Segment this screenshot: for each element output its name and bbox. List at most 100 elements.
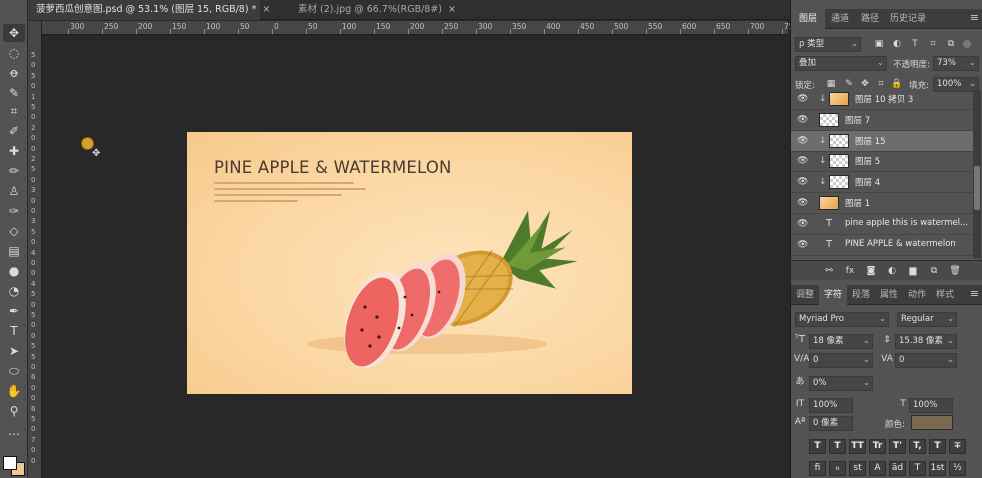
marquee-tool-icon[interactable]: ◌ bbox=[3, 44, 25, 62]
brush-tool-icon[interactable]: ✏ bbox=[3, 162, 25, 180]
eye-icon[interactable]: 👁 bbox=[797, 219, 809, 229]
opentype-button[interactable]: ½ bbox=[949, 461, 966, 476]
eye-icon[interactable]: 👁 bbox=[797, 240, 809, 250]
shape-filter-icon[interactable]: ⌗ bbox=[927, 38, 939, 50]
gradient-tool-icon[interactable]: ▤ bbox=[3, 242, 25, 260]
opacity-input[interactable]: 73% ⌄ bbox=[933, 56, 979, 71]
text-style-button[interactable]: Tr bbox=[869, 439, 886, 454]
document-canvas[interactable]: PINE APPLE & WATERMELON bbox=[187, 132, 632, 394]
vertical-scale-input[interactable]: 100% bbox=[809, 398, 853, 413]
path-select-tool-icon[interactable]: ➤ bbox=[3, 342, 25, 360]
history-brush-tool-icon[interactable]: ✑ bbox=[3, 202, 25, 220]
opentype-button[interactable]: fi bbox=[809, 461, 826, 476]
panel-menu-icon[interactable]: ≡ bbox=[970, 287, 979, 300]
layer-row[interactable]: 👁 ↓ 图层 10 拷贝 3 bbox=[791, 90, 973, 110]
close-icon[interactable]: × bbox=[448, 4, 456, 15]
lock-transparent-icon[interactable]: ▦ bbox=[825, 78, 837, 90]
text-style-button[interactable]: T bbox=[809, 439, 826, 454]
font-style-select[interactable]: Regular ⌄ bbox=[897, 312, 957, 327]
vertical-ruler[interactable]: 5050150200250300350400450500550600650700 bbox=[28, 21, 42, 478]
tab-paths[interactable]: 路径 bbox=[855, 9, 885, 29]
new-layer-icon[interactable]: ⧉ bbox=[928, 265, 940, 277]
text-style-button[interactable]: T, bbox=[909, 439, 926, 454]
hand-tool-icon[interactable]: ✋ bbox=[3, 382, 25, 400]
tab-paragraph[interactable]: 段落 bbox=[847, 285, 875, 305]
tab-character[interactable]: 字符 bbox=[819, 285, 847, 305]
eye-icon[interactable]: 👁 bbox=[797, 94, 809, 104]
crop-tool-icon[interactable]: ⌗ bbox=[3, 102, 25, 120]
lock-position-icon[interactable]: ✥ bbox=[859, 78, 871, 90]
clone-stamp-tool-icon[interactable]: ♙ bbox=[3, 182, 25, 200]
blur-tool-icon[interactable]: ● bbox=[3, 262, 25, 280]
opentype-button[interactable]: T bbox=[909, 461, 926, 476]
text-color-swatch[interactable] bbox=[911, 415, 953, 430]
layer-row[interactable]: 👁 图层 1 bbox=[791, 193, 973, 214]
eye-icon[interactable]: 👁 bbox=[797, 198, 809, 208]
layer-row[interactable]: 👁 ↓ 图层 15 bbox=[791, 130, 973, 152]
eye-icon[interactable]: 👁 bbox=[797, 115, 809, 125]
move-tool-icon[interactable]: ✥ bbox=[3, 24, 25, 42]
zoom-tool-icon[interactable]: ⚲ bbox=[3, 402, 25, 420]
tsume-input[interactable]: 0% ⌄ bbox=[809, 376, 873, 391]
close-icon[interactable]: × bbox=[262, 4, 270, 15]
opentype-button[interactable]: ℴ bbox=[829, 461, 846, 476]
fx-icon[interactable]: fx bbox=[844, 265, 856, 277]
scrollbar-thumb[interactable] bbox=[974, 166, 980, 210]
layers-scrollbar[interactable] bbox=[973, 90, 981, 258]
opentype-button[interactable]: 1st bbox=[929, 461, 946, 476]
type-tool-icon[interactable]: T bbox=[3, 322, 25, 340]
kerning-input[interactable]: 0 ⌄ bbox=[809, 353, 873, 368]
tracking-input[interactable]: 0 ⌄ bbox=[895, 353, 957, 368]
text-style-button[interactable]: T bbox=[829, 439, 846, 454]
panel-menu-icon[interactable]: ≡ bbox=[970, 11, 979, 24]
folder-icon[interactable]: ▆ bbox=[907, 265, 919, 277]
tab-adjustments[interactable]: 调整 bbox=[791, 285, 819, 305]
lasso-tool-icon[interactable]: ꝋ bbox=[3, 64, 25, 82]
type-filter-icon[interactable]: T bbox=[909, 38, 921, 50]
more-tools-icon[interactable]: … bbox=[3, 422, 25, 440]
eye-icon[interactable]: 👁 bbox=[797, 177, 809, 187]
link-icon[interactable]: ⚯ bbox=[823, 265, 835, 277]
horizontal-scale-input[interactable]: 100% bbox=[909, 398, 953, 413]
smart-object-filter-icon[interactable]: ⧉ bbox=[945, 38, 957, 50]
tab-material-jpg[interactable]: 素材 (2).jpg @ 66.7%(RGB/8#) × bbox=[290, 0, 460, 20]
tab-styles[interactable]: 样式 bbox=[931, 285, 959, 305]
color-swatches[interactable] bbox=[3, 448, 25, 476]
eyedropper-tool-icon[interactable]: ✐ bbox=[3, 122, 25, 140]
dodge-tool-icon[interactable]: ◔ bbox=[3, 282, 25, 300]
filter-toggle-icon[interactable] bbox=[963, 40, 971, 48]
lock-image-icon[interactable]: ✎ bbox=[843, 78, 855, 90]
leading-input[interactable]: 15.38 像素 ⌄ bbox=[895, 334, 957, 349]
lock-artboard-icon[interactable]: ⌗ bbox=[875, 78, 887, 90]
baseline-shift-input[interactable]: 0 像素 bbox=[809, 416, 853, 431]
text-style-button[interactable]: T bbox=[929, 439, 946, 454]
opentype-button[interactable]: ād bbox=[889, 461, 906, 476]
tab-channels[interactable]: 通道 bbox=[825, 9, 855, 29]
tab-layers[interactable]: 图层 bbox=[791, 9, 825, 29]
foreground-color-swatch[interactable] bbox=[3, 456, 17, 470]
eraser-tool-icon[interactable]: ◇ bbox=[3, 222, 25, 240]
lock-all-icon[interactable]: 🔒 bbox=[891, 78, 903, 90]
layer-row[interactable]: 👁 ↓ 图层 5 bbox=[791, 151, 973, 173]
text-style-button[interactable]: TT bbox=[849, 439, 866, 454]
mask-icon[interactable]: ◙ bbox=[865, 265, 877, 277]
layer-row[interactable]: 👁 图层 7 bbox=[791, 110, 973, 131]
font-size-input[interactable]: 18 像素 ⌄ bbox=[809, 334, 873, 349]
tab-history[interactable]: 历史记录 bbox=[885, 9, 931, 29]
tab-actions[interactable]: 动作 bbox=[903, 285, 931, 305]
eye-icon[interactable]: 👁 bbox=[797, 136, 809, 146]
text-style-button[interactable]: ∓ bbox=[949, 439, 966, 454]
opentype-button[interactable]: A bbox=[869, 461, 886, 476]
text-style-button[interactable]: T' bbox=[889, 439, 906, 454]
tab-pineapple-psd[interactable]: 菠萝西瓜创意图.psd @ 53.1% (图层 15, RGB/8) * × bbox=[28, 0, 270, 20]
quick-select-tool-icon[interactable]: ✎ bbox=[3, 84, 25, 102]
pen-tool-icon[interactable]: ✒ bbox=[3, 302, 25, 320]
layer-row[interactable]: 👁 ↓ 图层 4 bbox=[791, 172, 973, 194]
adjustment-icon[interactable]: ◐ bbox=[886, 265, 898, 277]
layer-filter-select[interactable]: ρ 类型 ⌄ bbox=[795, 37, 861, 52]
layer-row[interactable]: 👁 Tpine apple this is watermel... bbox=[791, 214, 973, 235]
tab-properties[interactable]: 属性 bbox=[875, 285, 903, 305]
blend-mode-select[interactable]: 叠加 ⌄ bbox=[795, 56, 887, 71]
horizontal-ruler[interactable]: 300 250 200 150 100 50 0 50 100 150 200 250 300 350 40… bbox=[42, 21, 798, 35]
font-family-select[interactable]: Myriad Pro ⌄ bbox=[795, 312, 889, 327]
